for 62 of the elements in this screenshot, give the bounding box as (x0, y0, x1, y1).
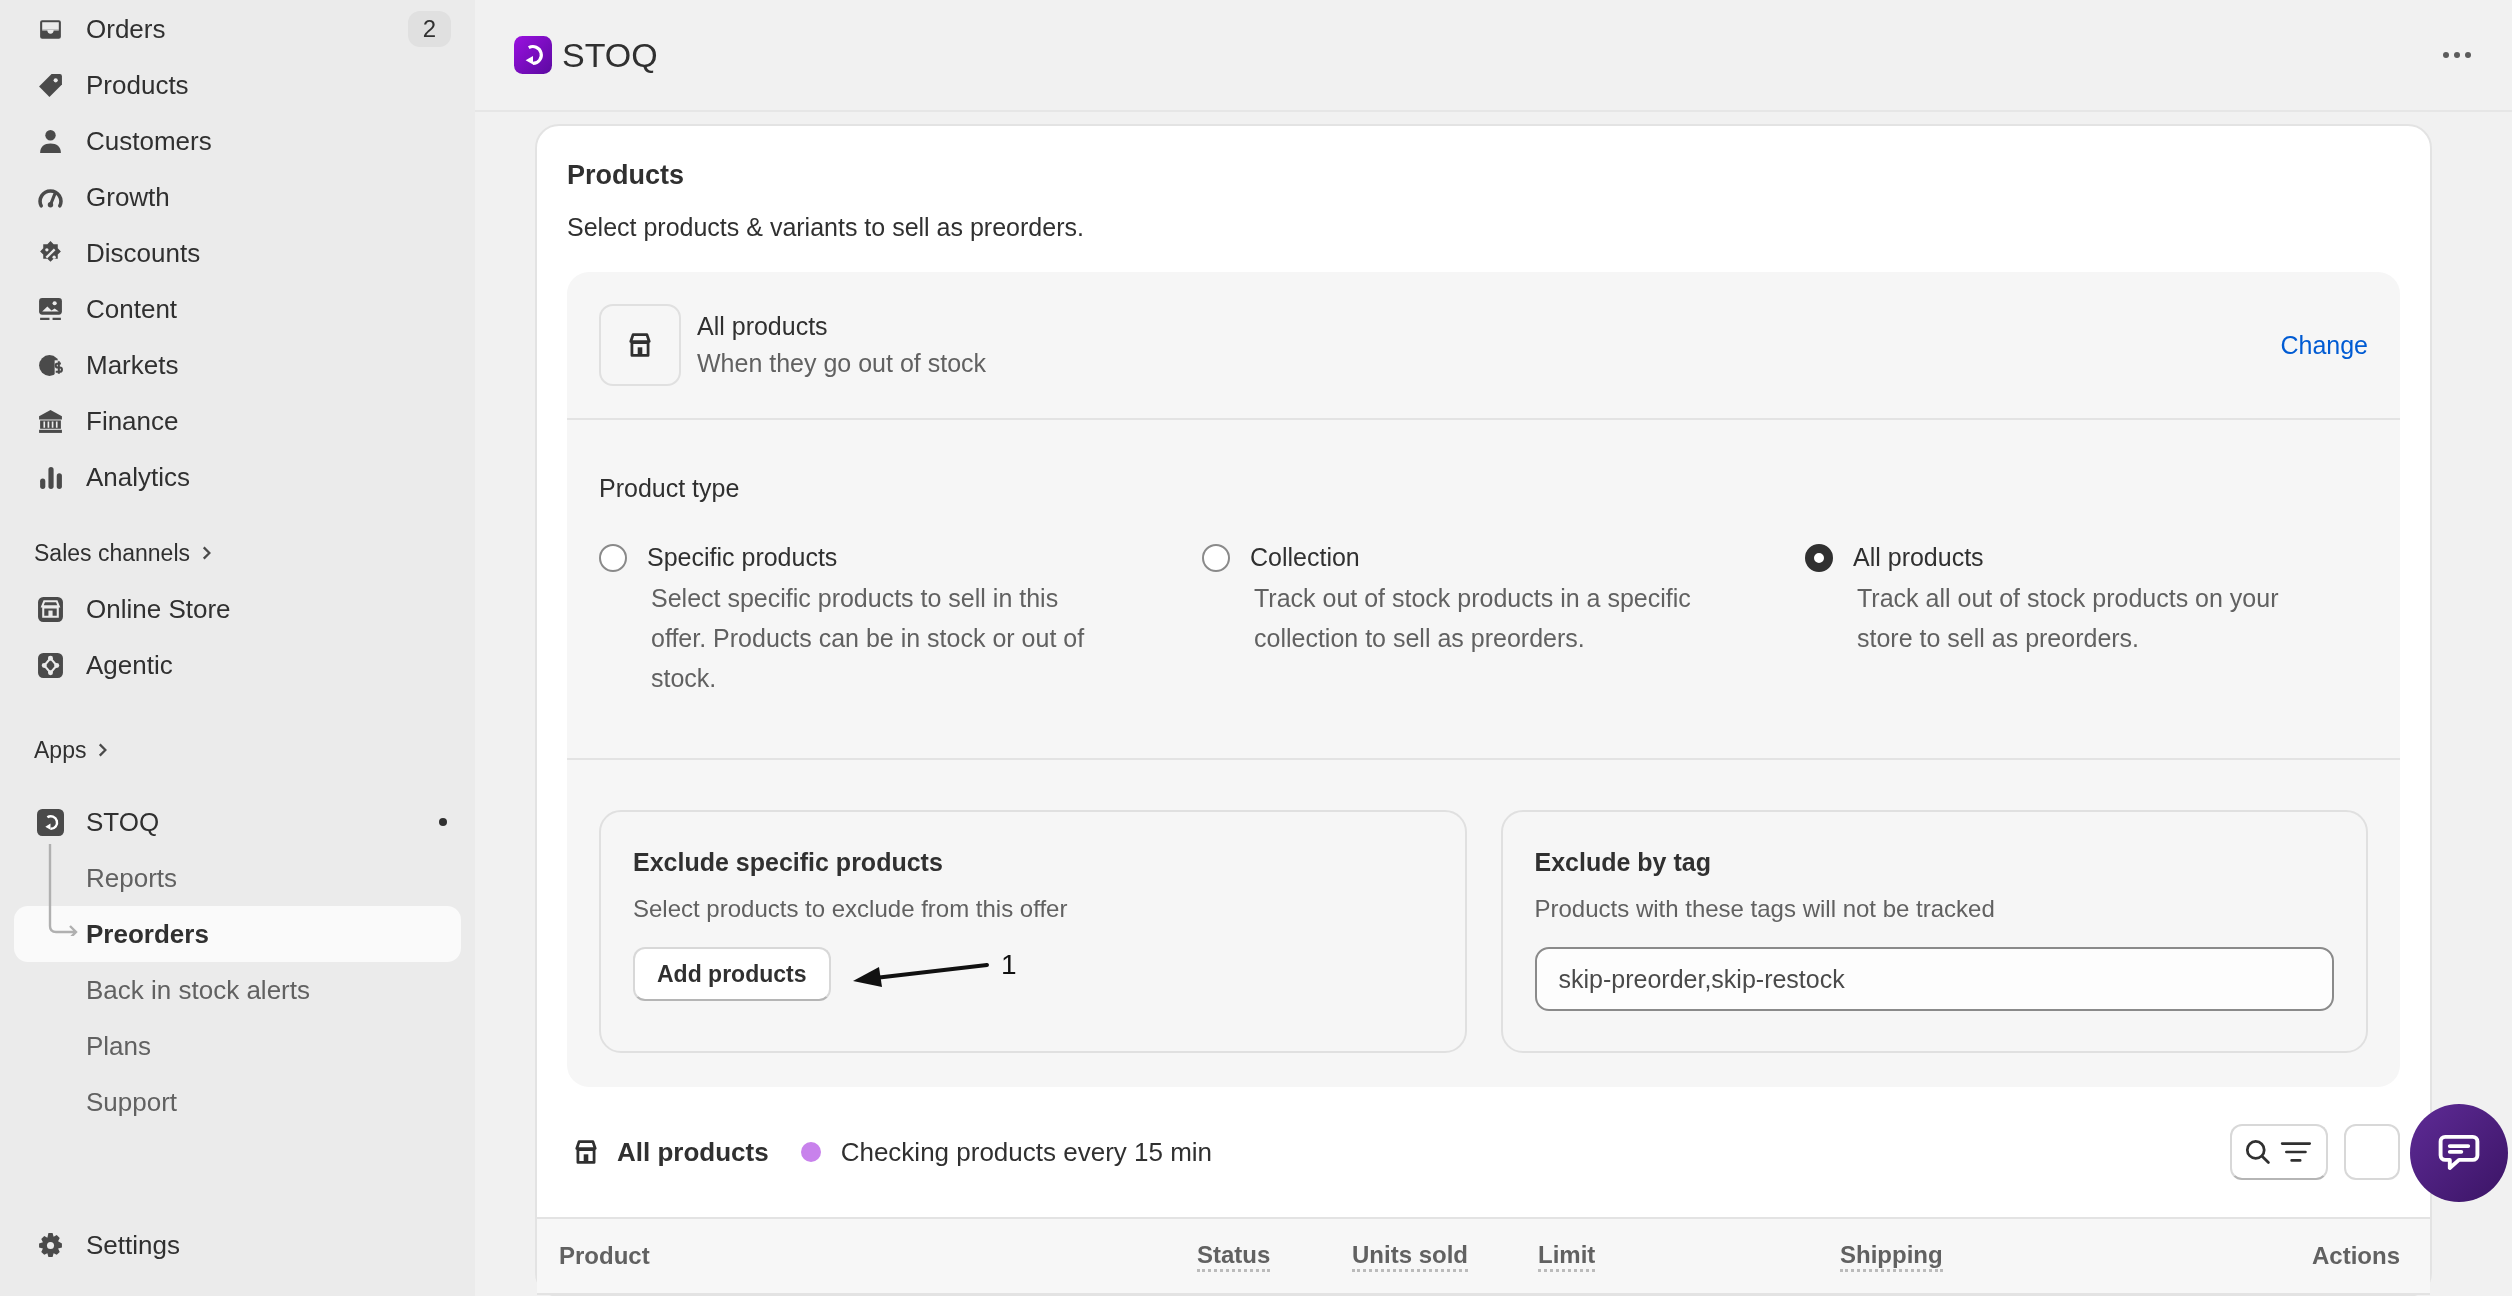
nav-item[interactable]: Analytics (14, 449, 461, 505)
exclusion-description: Products with these tags will not be tracked (1534, 895, 1996, 923)
change-link[interactable]: Change (2280, 330, 2368, 360)
nav-item[interactable]: Markets (14, 337, 461, 393)
option-description: Select specific products to sell in this offer. Products can be in stock or out of stock. (650, 583, 1086, 694)
section-label: Product type (599, 474, 741, 503)
column-header[interactable]: Actions (2312, 1242, 2400, 1270)
scope-title: All products (697, 312, 829, 341)
card-title: Products (567, 160, 686, 191)
nav-label: Customers (86, 125, 212, 157)
scope-subtitle: When they go out of stock (697, 349, 987, 378)
app-title: STOQ (562, 35, 658, 75)
scope-label: All products (617, 1136, 769, 1168)
status-text: Checking products every 15 min (840, 1136, 1213, 1168)
column-header[interactable]: Shipping (1840, 1240, 1943, 1272)
section-heading[interactable]: Sales channels (34, 539, 190, 567)
option-description: Track all out of stock products on your store to sell as preorders. (1856, 583, 2280, 654)
section-heading[interactable]: Apps (34, 736, 87, 764)
nav-label: Analytics (86, 461, 191, 493)
channel-label: Online Store (86, 593, 231, 625)
sub-nav-item[interactable]: Plans (14, 1018, 461, 1074)
channel-item[interactable]: Online Store (14, 581, 461, 637)
column-header[interactable]: Limit (1538, 1240, 1596, 1272)
nav-item[interactable]: Growth (14, 169, 461, 225)
nav-label: Discounts (86, 237, 201, 269)
nav-label: Markets (86, 349, 179, 381)
nav-label: Orders (86, 13, 166, 45)
sub-nav-item[interactable]: Support (14, 1074, 461, 1130)
nav-item[interactable]: Customers (14, 113, 461, 169)
exclusion-title: Exclude specific products (633, 848, 944, 877)
exclusion-description: Select products to exclude from this offer (633, 895, 1069, 923)
channel-item[interactable]: Agentic (14, 637, 461, 693)
nav-item[interactable]: Discounts (14, 225, 461, 281)
settings-item[interactable]: Settings (14, 1217, 461, 1273)
sub-nav-item[interactable]: Back in stock alerts (14, 962, 461, 1018)
add-products-button[interactable]: Add products (633, 947, 831, 1001)
radio-label[interactable]: All products (1853, 543, 1984, 572)
nav-item[interactable]: Finance (14, 393, 461, 449)
column-header[interactable]: Units sold (1352, 1240, 1468, 1272)
nav-label: Products (86, 69, 189, 101)
option-description: Track out of stock products in a specific collection to sell as preorders. (1253, 583, 1692, 654)
app-item[interactable]: STOQ (14, 794, 461, 850)
nav-label: Content (86, 293, 178, 325)
sub-nav-item[interactable]: Preorders (14, 906, 461, 962)
app-label: STOQ (86, 806, 160, 838)
annotation-number: 1 (1001, 949, 1017, 981)
column-header[interactable]: Status (1197, 1240, 1271, 1272)
tag-input-field[interactable]: skip-preorder,skip-restock (1534, 947, 2334, 1011)
channel-label: Agentic (86, 649, 173, 681)
card-subtitle: Select products & variants to sell as preorders. (567, 213, 1085, 242)
nav-item[interactable]: Content (14, 281, 461, 337)
radio-label[interactable]: Specific products (647, 543, 838, 572)
nav-item[interactable]: Products (14, 57, 461, 113)
exclusion-title: Exclude by tag (1534, 848, 1712, 877)
radio-label[interactable]: Collection (1250, 543, 1360, 572)
column-header[interactable]: Product (559, 1242, 650, 1270)
nav-label: Finance (86, 405, 179, 437)
sub-nav-item[interactable]: Reports (14, 850, 461, 906)
nav-label: Growth (86, 181, 170, 213)
settings-label: Settings (86, 1229, 180, 1261)
count-badge: 2 (407, 11, 451, 47)
nav-item[interactable]: Orders 2 (14, 1, 461, 57)
